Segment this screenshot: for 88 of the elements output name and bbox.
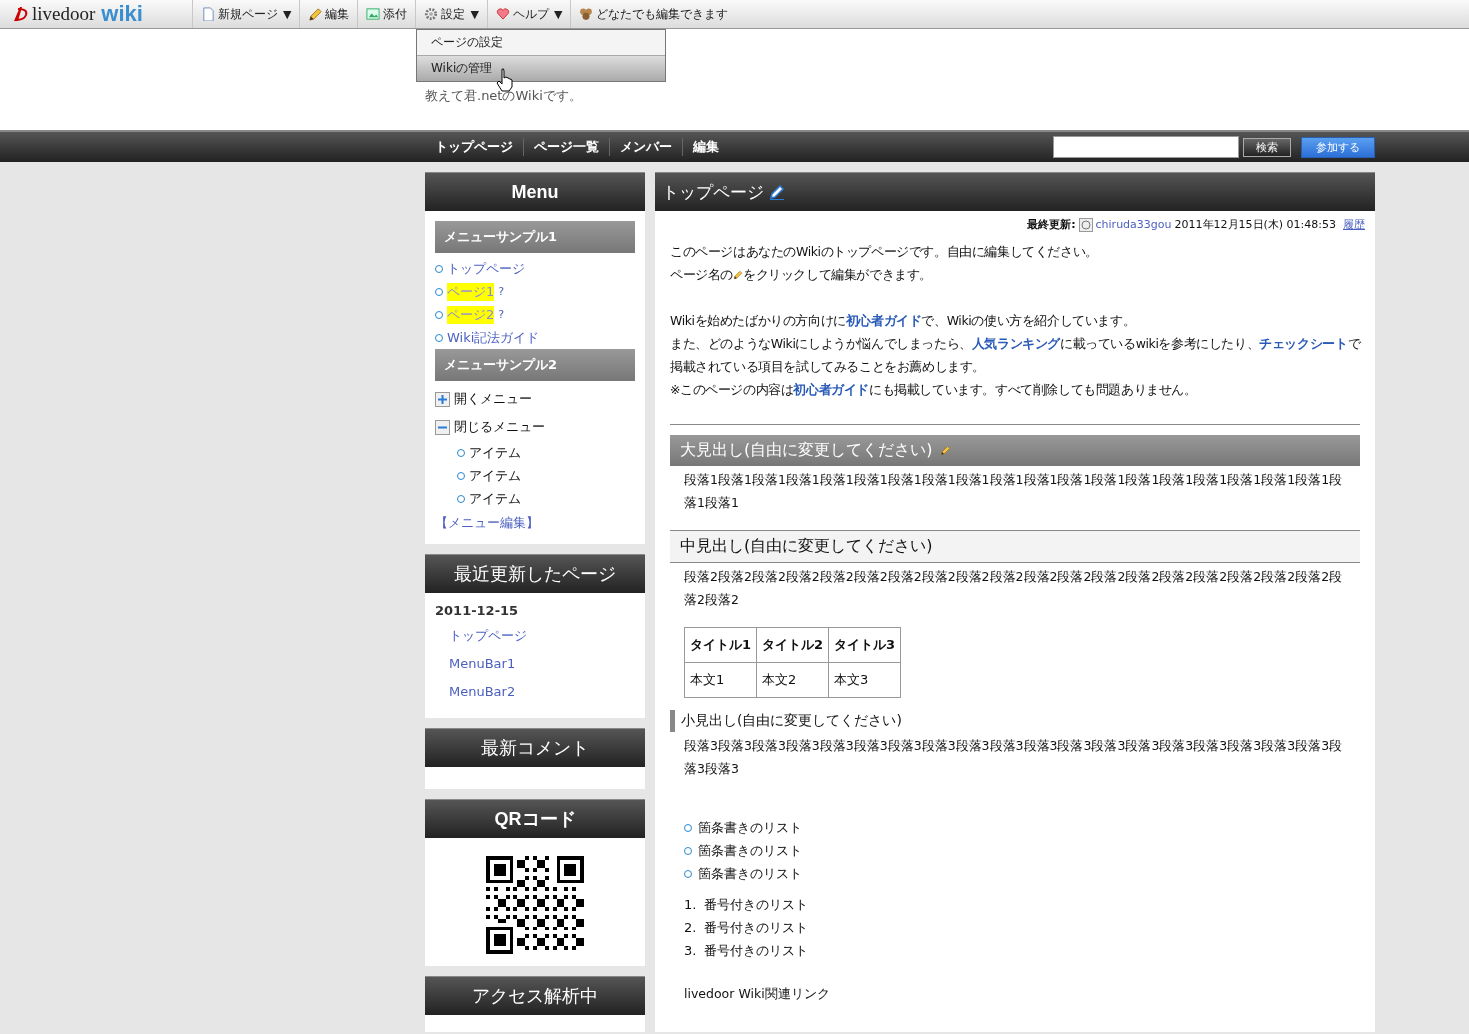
paragraph-text: livedoor Wiki関連リンク (683, 985, 831, 1003)
tree-item[interactable]: 閉じるメニュー (454, 418, 545, 436)
list-item: 箇条書きのリスト (698, 818, 802, 837)
tree-item[interactable]: 開くメニュー (454, 390, 532, 408)
toolbar-button[interactable]: 添付 (357, 0, 416, 28)
panel-title: 最新コメント (425, 728, 645, 767)
section-heading: メニューサンプル1 (435, 221, 635, 253)
section-heading: メニューサンプル2 (435, 349, 635, 381)
list-number: 2. (684, 920, 698, 935)
tree-item[interactable]: アイテム (469, 489, 521, 508)
people-icon (579, 7, 594, 21)
logo-icon (12, 5, 30, 23)
update-date: 2011年12月15日(木) 01:48:53 (1174, 217, 1336, 232)
paragraph-text: Wikiを始めたばかりの方向けに初心者ガイドで、Wikiの使い方を紹介しています。 (670, 312, 1137, 330)
subheading: 中見出し(自由に変更してください) (670, 530, 1360, 563)
panel-title: Menu (425, 172, 645, 211)
date-label: 2011-12-15 (435, 603, 520, 618)
settings-icon (424, 7, 439, 21)
minor-heading: 小見出し(自由に変更してください) (670, 710, 1360, 732)
list-item: 番号付きのリスト (704, 895, 808, 914)
toolbar-button[interactable]: ヘルプ ▼ (486, 0, 571, 28)
paragraph-text: 段落3段落3段落3段落3段落3段落3段落3段落3段落3段落3段落3段落3段落3段落3段落3段落3段落3段落3段落3段落3段落3 (683, 737, 1344, 778)
search-button[interactable]: 検索 (1243, 137, 1291, 157)
text-link[interactable]: 初心者ガイド (793, 382, 870, 397)
heart-icon (495, 7, 510, 21)
list-item: 箇条書きのリスト (698, 864, 802, 883)
menu-edit-link[interactable]: 【メニュー編集】 (435, 514, 635, 532)
paragraph-text: ※このページの内容は初心者ガイドにも掲載しています。すべて削除しても問題ありません。 (670, 381, 1198, 399)
table-cell: 本文3 (828, 662, 901, 698)
tree-item[interactable]: アイテム (469, 443, 521, 462)
pencil-icon (733, 270, 743, 280)
page-link[interactable]: トップページ (435, 622, 635, 650)
toolbar-button[interactable]: 設定 ▼ (415, 0, 487, 28)
nav-link[interactable]: メンバー (610, 138, 683, 156)
update-label: 最終更新: (1027, 217, 1076, 232)
list-item: 番号付きのリスト (704, 918, 808, 937)
history-link[interactable]: 履歴 (1343, 217, 1365, 232)
table-header: タイトル2 (756, 627, 829, 663)
toolbar-button[interactable]: 新規ページ ▼ (192, 0, 300, 28)
page-link[interactable]: MenuBar2 (435, 678, 635, 706)
pencil-icon (308, 7, 323, 21)
logo-text: wiki (101, 1, 143, 27)
heading-text: 大見出し(自由に変更してください) (680, 440, 933, 461)
join-button[interactable]: 参加する (1301, 136, 1375, 158)
list-number: 1. (684, 897, 698, 912)
caret-icon: ▼ (553, 7, 563, 21)
picture-icon (366, 7, 381, 21)
list-item: 番号付きのリスト (704, 941, 808, 960)
avatar-icon (1078, 217, 1093, 232)
paragraph-text: また、どのようなWikiにしようか悩んでしまったら、人気ランキングに載っているwikiを参考にしたり、チェックシート で (670, 335, 1360, 353)
panel-title: QRコード (425, 799, 645, 838)
table-header: タイトル1 (684, 627, 757, 663)
paragraph-text: 段落1段落1段落1段落1段落1段落1段落1段落1段落1段落1段落1段落1段落1段落1段落1段落1段落1段落1段落1段落1段落1 (683, 471, 1344, 512)
page-link[interactable]: MenuBar1 (435, 650, 635, 678)
pencil-icon[interactable] (769, 184, 785, 200)
toolbar-button[interactable]: 編集 (299, 0, 358, 28)
table-cell: 本文2 (756, 662, 829, 698)
missing-page-mark[interactable]: ? (498, 308, 505, 321)
missing-page-mark[interactable]: ? (498, 285, 505, 298)
user-link[interactable]: chiruda33gou (1095, 218, 1172, 231)
caret-icon: ▼ (470, 7, 479, 21)
paragraph-text: 掲載されている項目を試してみることをお薦めします。 (670, 358, 986, 376)
nav-link[interactable]: 編集 (683, 138, 729, 156)
logo-text: livedoor (32, 3, 96, 25)
text-link[interactable]: チェックシート (1259, 336, 1348, 351)
caret-icon: ▼ (283, 7, 292, 21)
tree-item[interactable]: アイテム (469, 466, 521, 485)
page-title: トップページ (662, 180, 764, 204)
sidebar-link[interactable]: Wiki記法ガイド (447, 328, 540, 347)
text-link[interactable]: 人気ランキング (971, 336, 1061, 351)
site-description: 教えて君.netのWikiです。 (425, 87, 583, 105)
sidebar-link[interactable]: トップページ (447, 259, 525, 278)
page-icon (201, 7, 215, 21)
table-header: タイトル3 (828, 627, 901, 663)
panel-title: アクセス解析中 (425, 976, 645, 1015)
nav-link[interactable]: トップページ (425, 138, 524, 156)
panel-title: 最近更新したページ (425, 554, 645, 593)
paragraph-text: ページ名の をクリックして編集ができます。 (670, 266, 934, 284)
search-field[interactable] (1053, 136, 1239, 158)
paragraph-text: このページはあなたのWikiのトップページです。自由に編集してください。 (670, 243, 1099, 261)
paragraph-text: 段落2段落2段落2段落2段落2段落2段落2段落2段落2段落2段落2段落2段落2段落2段落2段落2段落2段落2段落2段落2段落2 (683, 568, 1344, 609)
nav-link[interactable]: ページ一覧 (524, 138, 610, 156)
list-item: 箇条書きのリスト (698, 841, 802, 860)
text-link[interactable]: 初心者ガイド (845, 313, 922, 328)
menu-item[interactable]: Wikiの管理 (417, 56, 665, 81)
list-number: 3. (684, 943, 698, 958)
toolbar-button[interactable]: どなたでも編集できます (570, 0, 737, 28)
table-cell: 本文1 (684, 662, 757, 698)
